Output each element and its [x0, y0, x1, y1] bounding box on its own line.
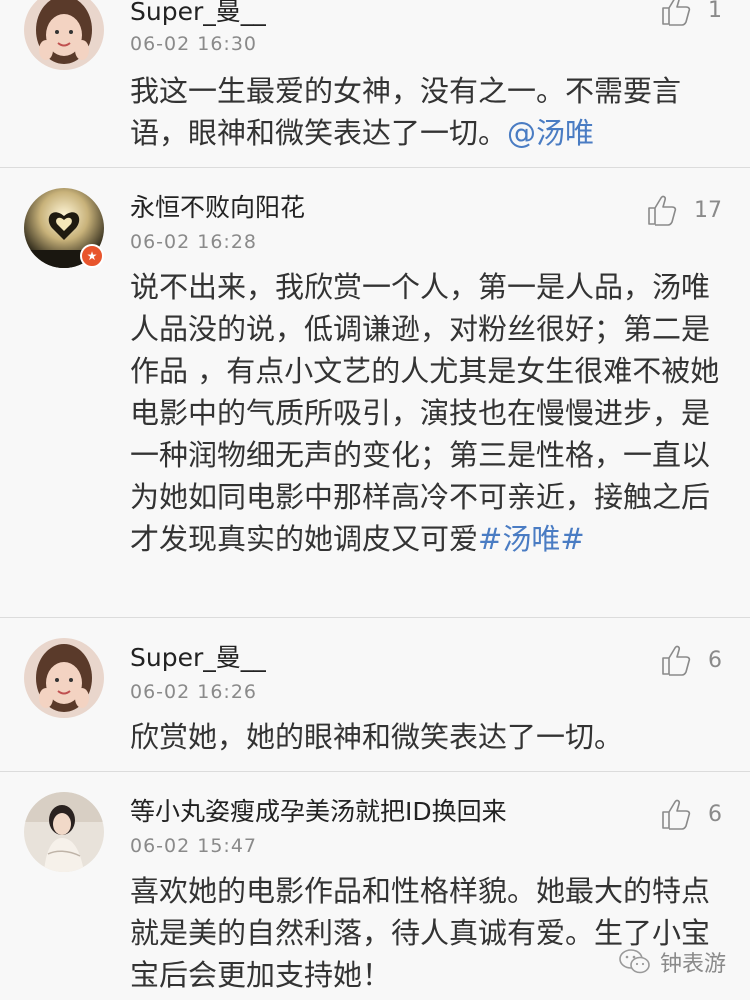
comment-body: 欣赏她，她的眼神和微笑表达了一切。 [130, 720, 624, 754]
comment-time: 06-02 16:28 [130, 231, 258, 253]
comment-username[interactable]: 永恒不败向阳花 [130, 188, 305, 224]
comment-item: Super_曼__ 06-02 16:30 1 我这一生最爱的女神，没有之一。不… [0, 0, 750, 167]
comment-time: 06-02 16:26 [130, 681, 258, 703]
avatar-girl-icon [24, 0, 104, 70]
mention-link[interactable]: @汤唯 [507, 116, 594, 150]
comment-username[interactable]: 等小丸姿瘦成孕美汤就把ID换回来 [130, 792, 507, 828]
comment-username[interactable]: Super_曼__ [130, 638, 266, 674]
avatar[interactable] [24, 0, 104, 70]
like-count: 6 [708, 647, 722, 673]
comment-text: 我这一生最爱的女神，没有之一。不需要言语，眼神和微笑表达了一切。@汤唯 [130, 70, 720, 154]
like-button[interactable]: 1 [660, 0, 722, 30]
thumbs-up-icon [648, 195, 677, 226]
thumbs-up-icon [662, 0, 691, 26]
like-button[interactable]: 6 [660, 640, 722, 680]
comment-text: 欣赏她，她的眼神和微笑表达了一切。 [130, 716, 720, 758]
comment-body: 说不出来，我欣赏一个人，第一是人品，汤唯人品没的说，低调谦逊，对粉丝很好；第二是… [130, 270, 720, 556]
like-count: 6 [708, 801, 722, 827]
topic-link[interactable]: #汤唯# [478, 522, 585, 556]
like-count: 17 [694, 197, 722, 223]
watermark: 钟表游 [618, 946, 726, 978]
thumbs-up-icon [662, 799, 691, 830]
thumbs-up-icon [662, 645, 691, 676]
comment-time: 06-02 16:30 [130, 33, 258, 55]
avatar[interactable] [24, 792, 104, 872]
avatar-woman-icon [24, 792, 104, 872]
comment-text: 说不出来，我欣赏一个人，第一是人品，汤唯人品没的说，低调谦逊，对粉丝很好；第二是… [130, 266, 720, 560]
verified-badge-icon: ★ [80, 244, 104, 268]
like-count: 1 [708, 0, 722, 23]
comment-body: 我这一生最爱的女神，没有之一。不需要言语，眼神和微笑表达了一切。 [130, 74, 682, 150]
comment-time: 06-02 15:47 [130, 835, 258, 857]
comment-item: Super_曼__ 06-02 16:26 6 欣赏她，她的眼神和微笑表达了一切… [0, 618, 750, 771]
watermark-text: 钟表游 [659, 952, 726, 977]
like-button[interactable]: 17 [646, 190, 722, 230]
avatar[interactable] [24, 638, 104, 718]
avatar-girl-icon [24, 638, 104, 718]
comment-item: ★ 永恒不败向阳花 06-02 16:28 17 说不出来，我欣赏一个人，第一是… [0, 168, 750, 617]
comment-username[interactable]: Super_曼__ [130, 0, 266, 28]
like-button[interactable]: 6 [660, 794, 722, 834]
wechat-icon [619, 949, 650, 974]
